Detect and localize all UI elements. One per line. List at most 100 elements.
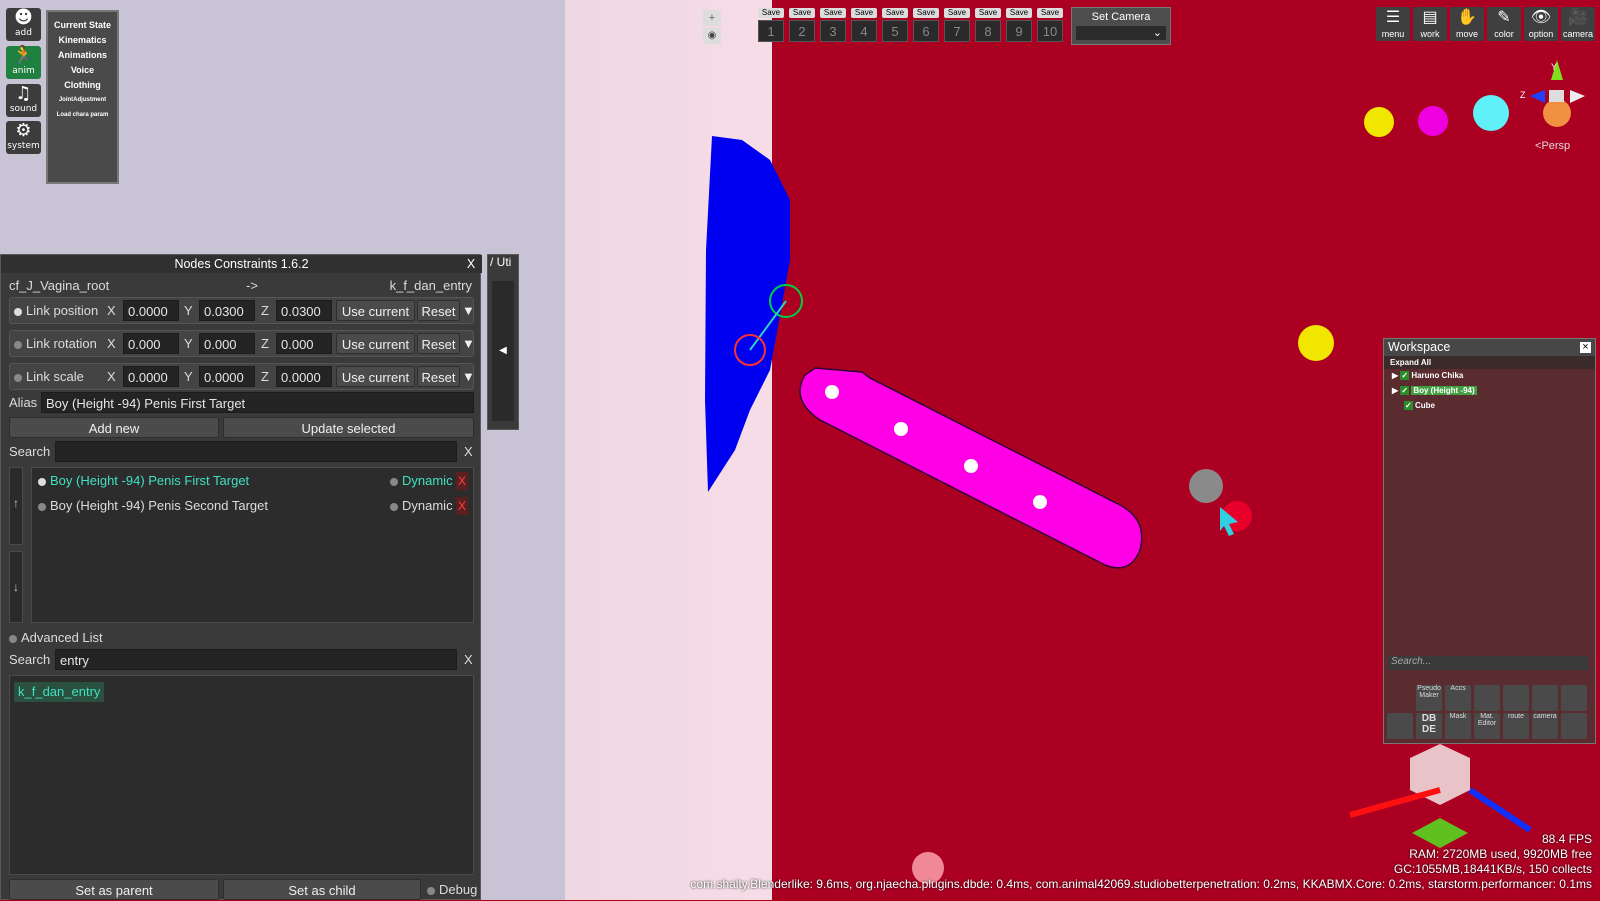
- dbde-button[interactable]: DB DE: [1416, 713, 1442, 739]
- panel-titlebar[interactable]: Nodes Constraints 1.6.2 X: [1, 255, 482, 273]
- save-slot-4[interactable]: Save 4: [851, 8, 877, 45]
- camera-button[interactable]: camera: [1532, 713, 1558, 739]
- dropdown-icon[interactable]: ▼: [462, 333, 475, 354]
- save-slot-8[interactable]: Save 8: [975, 8, 1001, 45]
- menu-button[interactable]: ☰ menu: [1376, 7, 1410, 41]
- position-y-input[interactable]: 0.0300: [199, 300, 255, 321]
- list-item[interactable]: Boy (Height -94) Penis Second Target Dyn…: [34, 495, 472, 517]
- system-button[interactable]: ⚙ system: [6, 121, 41, 154]
- trash-icon[interactable]: [1387, 713, 1413, 739]
- color-button[interactable]: ✎ color: [1487, 7, 1521, 41]
- list-item[interactable]: Boy (Height -94) Penis First Target Dyna…: [34, 470, 472, 492]
- tree-item-haruno-chika[interactable]: ▶ ✓ Haruno Chika: [1392, 371, 1463, 380]
- gizmo-x-cone[interactable]: [1570, 90, 1585, 103]
- node-result-item[interactable]: k_f_dan_entry: [14, 682, 105, 702]
- camera-select[interactable]: ⌄: [1076, 26, 1166, 40]
- checkbox-icon[interactable]: ✓: [1400, 386, 1410, 395]
- menu-kinematics[interactable]: Kinematics: [48, 33, 117, 48]
- anim-button[interactable]: 🏃 anim: [6, 46, 41, 79]
- position-z-input[interactable]: 0.0300: [276, 300, 332, 321]
- clear-search-button[interactable]: X: [464, 441, 473, 462]
- mat-editor-button[interactable]: Mat. Editor: [1474, 713, 1500, 739]
- eye-icon[interactable]: ◉: [703, 28, 721, 44]
- remove-constraint-button[interactable]: X: [456, 497, 468, 515]
- toolbar-button[interactable]: [1503, 685, 1529, 711]
- use-current-button[interactable]: Use current: [336, 300, 415, 321]
- save-slot-7[interactable]: Save 7: [944, 8, 970, 45]
- position-x-input[interactable]: 0.0000: [123, 300, 179, 321]
- dropdown-icon[interactable]: ▼: [462, 366, 475, 387]
- utilities-tab[interactable]: / Uti: [488, 255, 518, 269]
- work-button[interactable]: ▤ work: [1413, 7, 1447, 41]
- scale-x-input[interactable]: 0.0000: [123, 366, 179, 387]
- update-selected-button[interactable]: Update selected: [223, 417, 474, 438]
- menu-load-chara-param[interactable]: Load chara param: [48, 108, 117, 123]
- collapse-button[interactable]: ◀: [492, 281, 514, 421]
- option-button[interactable]: 👁 option: [1524, 7, 1558, 41]
- checkbox-icon[interactable]: ✓: [1400, 371, 1410, 380]
- advanced-search-input[interactable]: entry: [55, 649, 457, 670]
- move-up-button[interactable]: ↑: [9, 467, 23, 545]
- dynamic-toggle[interactable]: Dynamic: [390, 470, 453, 491]
- debug-toggle[interactable]: Debug: [427, 879, 477, 900]
- set-camera-control[interactable]: Set Camera ⌄: [1071, 7, 1171, 45]
- workspace-titlebar[interactable]: Workspace ×: [1384, 339, 1595, 356]
- folder-icon[interactable]: [1561, 713, 1587, 739]
- menu-joint-adjustment[interactable]: JointAdjustment: [48, 93, 117, 108]
- add-button[interactable]: ☻ add: [6, 8, 41, 41]
- dynamic-toggle[interactable]: Dynamic: [390, 495, 453, 516]
- scale-z-input[interactable]: 0.0000: [276, 366, 332, 387]
- save-slot-3[interactable]: Save 3: [820, 8, 846, 45]
- pseudo-maker-button[interactable]: Pseudo Maker: [1416, 685, 1442, 711]
- save-slot-9[interactable]: Save 9: [1006, 8, 1032, 45]
- toolbar-button[interactable]: [1532, 685, 1558, 711]
- orientation-gizmo-cube[interactable]: [1549, 90, 1564, 102]
- clear-search-button[interactable]: X: [464, 649, 473, 670]
- rotation-x-input[interactable]: 0.000: [123, 333, 179, 354]
- accs-button[interactable]: Accs: [1445, 685, 1471, 711]
- menu-voice[interactable]: Voice: [48, 63, 117, 78]
- bone-point[interactable]: [964, 459, 978, 473]
- tree-item-cube[interactable]: ✓ Cube: [1404, 401, 1435, 410]
- reset-button[interactable]: Reset: [417, 300, 460, 321]
- add-new-button[interactable]: Add new: [9, 417, 219, 438]
- use-current-button[interactable]: Use current: [336, 366, 415, 387]
- save-slot-2[interactable]: Save 2: [789, 8, 815, 45]
- link-scale-toggle[interactable]: Link scale: [14, 366, 84, 387]
- set-as-child-button[interactable]: Set as child: [223, 879, 421, 900]
- reset-button[interactable]: Reset: [417, 333, 460, 354]
- gizmo-z-cone[interactable]: [1530, 90, 1545, 103]
- menu-clothing[interactable]: Clothing: [48, 78, 117, 93]
- constraint-name[interactable]: Boy (Height -94) Penis Second Target: [38, 495, 268, 516]
- route-button[interactable]: route: [1503, 713, 1529, 739]
- search-input[interactable]: [55, 441, 457, 462]
- toolbar-button[interactable]: [1561, 685, 1587, 711]
- set-as-parent-button[interactable]: Set as parent: [9, 879, 219, 900]
- close-button[interactable]: X: [464, 255, 478, 273]
- constraint-name-selected[interactable]: Boy (Height -94) Penis First Target: [38, 470, 249, 491]
- move-down-button[interactable]: ↓: [9, 551, 23, 623]
- bone-point[interactable]: [894, 422, 908, 436]
- mask-button[interactable]: Mask: [1445, 713, 1471, 739]
- bone-point[interactable]: [1033, 495, 1047, 509]
- workspace-search-input[interactable]: Search...: [1388, 656, 1588, 670]
- save-slot-6[interactable]: Save 6: [913, 8, 939, 45]
- close-icon[interactable]: ×: [1580, 342, 1591, 353]
- remove-constraint-button[interactable]: X: [456, 472, 468, 490]
- checkbox-icon[interactable]: ✓: [1404, 401, 1413, 410]
- dropdown-icon[interactable]: ▼: [462, 300, 475, 321]
- advanced-list-toggle[interactable]: Advanced List: [9, 627, 103, 648]
- expand-all-button[interactable]: Expand All: [1384, 356, 1595, 369]
- rotation-z-input[interactable]: 0.000: [276, 333, 332, 354]
- orientation-gizmo-center[interactable]: [1543, 99, 1571, 127]
- tree-item-boy[interactable]: ▶ ✓ Boy (Height -94): [1392, 386, 1477, 395]
- menu-animations[interactable]: Animations: [48, 48, 117, 63]
- bone-point[interactable]: [825, 385, 839, 399]
- save-slot-5[interactable]: Save 5: [882, 8, 908, 45]
- save-slot-10[interactable]: Save 10: [1037, 8, 1063, 45]
- use-current-button[interactable]: Use current: [336, 333, 415, 354]
- move-button[interactable]: ✋ move: [1450, 7, 1484, 41]
- menu-current-state[interactable]: Current State: [48, 18, 117, 33]
- alias-input[interactable]: Boy (Height -94) Penis First Target: [41, 392, 474, 413]
- scale-y-input[interactable]: 0.0000: [199, 366, 255, 387]
